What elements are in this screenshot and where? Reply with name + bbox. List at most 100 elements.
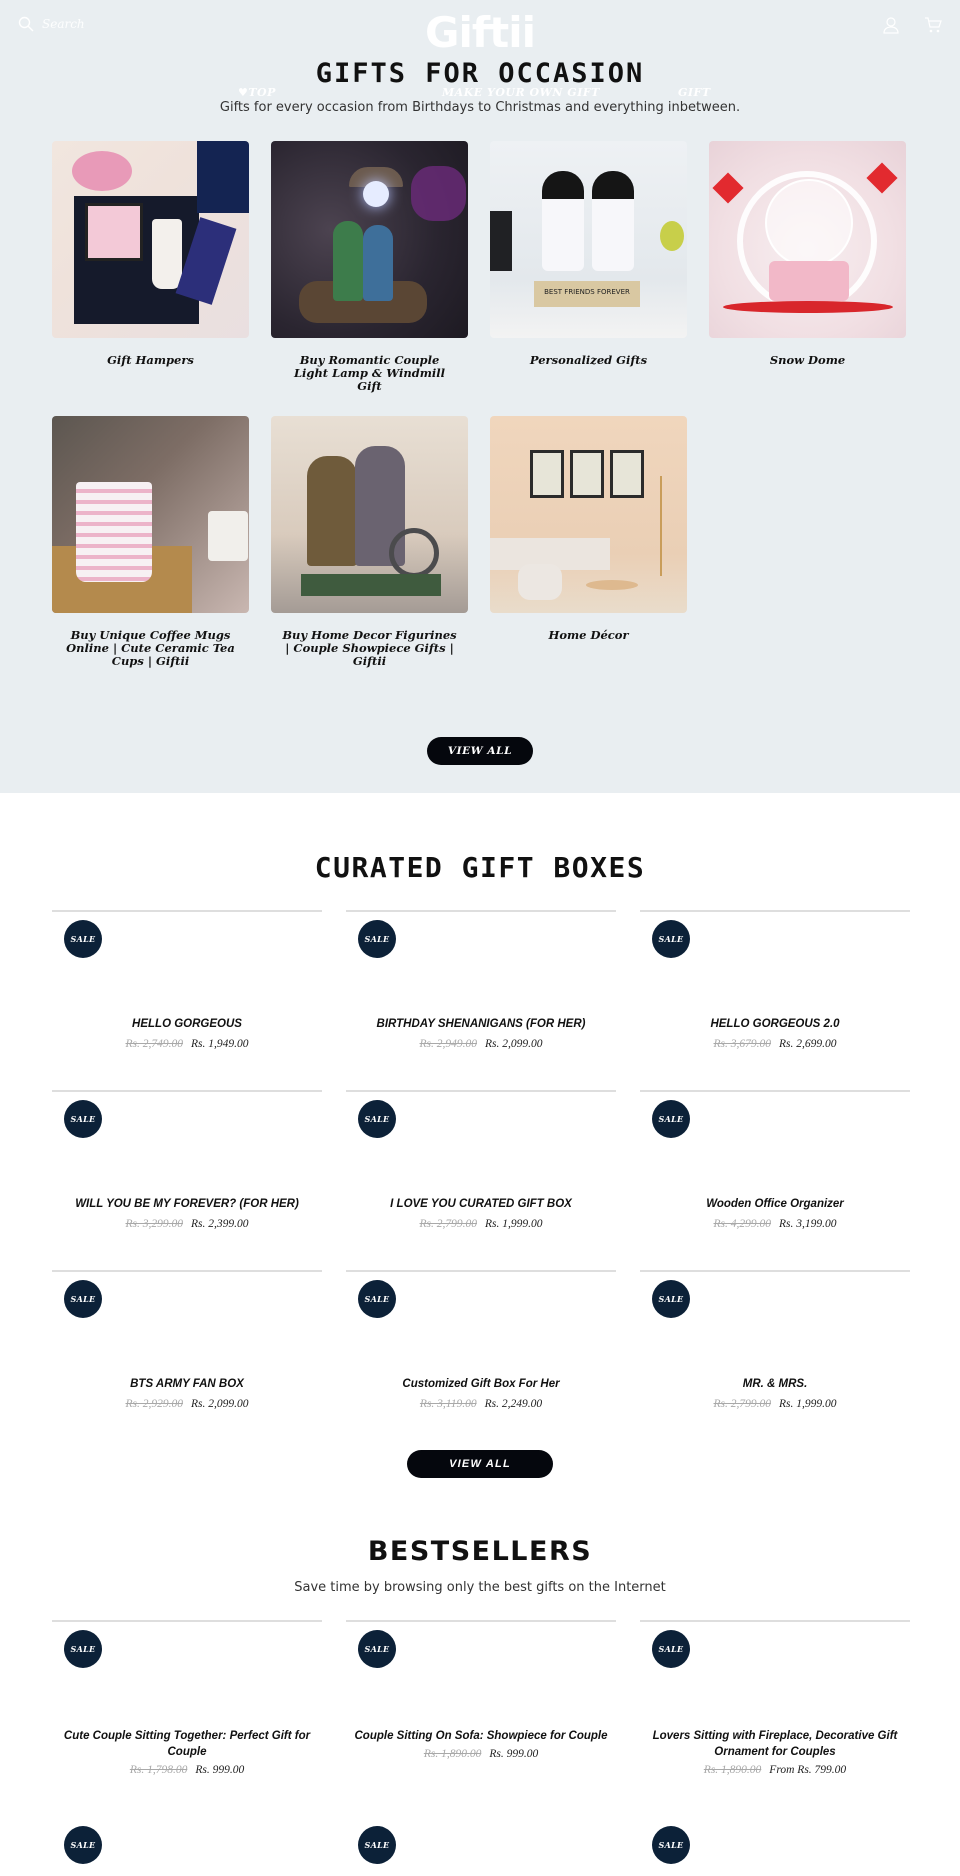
sale-price: Rs. 2,099.00 <box>485 1038 543 1050</box>
nav-link-gift[interactable]: GIFT <box>678 86 711 99</box>
product-price: Rs. 2,799.00 Rs. 1,999.00 <box>346 1218 616 1230</box>
sale-badge: SALE <box>358 1826 396 1864</box>
product-price: Rs. 1,798.00 Rs. 999.00 <box>52 1764 322 1776</box>
product-card[interactable]: SALE <box>346 1826 616 1876</box>
sale-price: Rs. 1,999.00 <box>779 1398 837 1410</box>
occasion-label: Buy Unique Coffee Mugs Online | Cute Cer… <box>66 628 235 668</box>
product-price: Rs. 4,299.00 Rs. 3,199.00 <box>640 1218 910 1230</box>
sale-badge: SALE <box>64 1826 102 1864</box>
product-name: Wooden Office Organizer <box>706 1198 844 1210</box>
product-card[interactable]: SALE Customized Gift Box For Her Rs. 3,1… <box>346 1270 616 1450</box>
product-card[interactable]: SALE Cute Couple Sitting Together: Perfe… <box>52 1620 322 1815</box>
sale-price: Rs. 2,099.00 <box>191 1398 249 1410</box>
occasion-view-all-button[interactable]: VIEW ALL <box>427 737 533 765</box>
curated-product-grid: SALE HELLO GORGEOUS Rs. 2,749.00 Rs. 1,94… <box>52 910 910 1450</box>
product-name: Lovers Sitting with Fireplace, Decorativ… <box>652 1730 898 1758</box>
product-name: BTS ARMY FAN BOX <box>130 1378 244 1390</box>
occasion-label: Buy Romantic Couple Light Lamp & Windmil… <box>293 353 446 393</box>
original-price: Rs. 2,799.00 <box>419 1218 478 1230</box>
product-price: Rs. 3,299.00 Rs. 2,399.00 <box>52 1218 322 1230</box>
occasion-card-snow-dome[interactable]: Snow Dome <box>709 141 906 416</box>
bestsellers-product-grid: SALE Cute Couple Sitting Together: Perfe… <box>52 1620 910 1815</box>
sale-badge: SALE <box>652 1826 690 1864</box>
original-price: Rs. 2,799.00 <box>713 1398 772 1410</box>
product-price: Rs. 2,799.00 Rs. 1,999.00 <box>640 1398 910 1410</box>
sale-badge: SALE <box>64 1280 102 1318</box>
occasion-label: Personalized Gifts <box>529 353 648 367</box>
sale-price: Rs. 999.00 <box>489 1748 539 1760</box>
product-price: Rs. 2,929.00 Rs. 2,099.00 <box>52 1398 322 1410</box>
product-card[interactable]: SALE <box>52 1826 322 1876</box>
nav-link-make-your-own-gift[interactable]: MAKE YOUR OWN GIFT <box>442 86 600 99</box>
original-price: Rs. 3,299.00 <box>125 1218 184 1230</box>
product-card[interactable]: SALE Lovers Sitting with Fireplace, Deco… <box>640 1620 910 1815</box>
product-name: I LOVE YOU CURATED GIFT BOX <box>390 1198 572 1210</box>
occasion-title: GIFTS FOR OCCASION <box>315 58 645 89</box>
occasion-label: Snow Dome <box>769 353 846 367</box>
occasion-image: BEST FRIENDS FOREVER <box>490 141 687 338</box>
occasion-grid: Gift Hampers Buy Romantic Couple Light L… <box>52 141 912 691</box>
sale-badge: SALE <box>64 1630 102 1668</box>
product-name: WILL YOU BE MY FOREVER? (FOR HER) <box>75 1198 299 1210</box>
product-card[interactable]: SALE HELLO GORGEOUS Rs. 2,749.00 Rs. 1,94… <box>52 910 322 1090</box>
occasion-card-personalized-gifts[interactable]: BEST FRIENDS FOREVER Personalized Gifts <box>490 141 687 416</box>
sale-badge: SALE <box>652 1280 690 1318</box>
occasion-label: Gift Hampers <box>107 353 194 367</box>
sale-badge: SALE <box>652 1630 690 1668</box>
nav-link-top[interactable]: ♥TOP <box>238 86 276 99</box>
product-name: MR. & MRS. <box>742 1378 808 1390</box>
product-price: Rs. 3,679.00 Rs. 2,699.00 <box>640 1038 910 1050</box>
sale-price: Rs. 2,399.00 <box>191 1218 249 1230</box>
occasion-image <box>271 141 468 338</box>
occasion-card-home-decor[interactable]: Home Décor <box>490 416 687 691</box>
sale-price: Rs. 2,249.00 <box>484 1398 543 1410</box>
original-price: Rs. 1,890.00 <box>423 1748 482 1760</box>
product-card[interactable]: SALE BIRTHDAY SHENANIGANS (FOR HER) Rs. … <box>346 910 616 1090</box>
product-card[interactable]: SALE I LOVE YOU CURATED GIFT BOX Rs. 2,7… <box>346 1090 616 1270</box>
product-card[interactable]: SALE Wooden Office Organizer Rs. 4,299.0… <box>640 1090 910 1270</box>
occasion-label: Home Décor <box>548 628 629 642</box>
main-nav: ♥TOP MAKE YOUR OWN GIFT GIFT <box>0 86 960 106</box>
product-name: Cute Couple Sitting Together: Perfect Gi… <box>63 1730 311 1758</box>
product-name: Couple Sitting On Sofa: Showpiece for Co… <box>354 1730 608 1742</box>
product-card[interactable]: SALE HELLO GORGEOUS 2.0 Rs. 3,679.00 Rs. … <box>640 910 910 1090</box>
occasion-card-decor-figurines[interactable]: Buy Home Decor Figurines | Couple Showpi… <box>271 416 468 691</box>
sale-price: Rs. 1,949.00 <box>191 1038 249 1050</box>
sale-badge: SALE <box>358 1100 396 1138</box>
product-card[interactable]: SALE Couple Sitting On Sofa: Showpiece f… <box>346 1620 616 1815</box>
occasion-label: Buy Home Decor Figurines | Couple Showpi… <box>282 628 457 668</box>
occasion-image <box>271 416 468 613</box>
sale-badge: SALE <box>358 920 396 958</box>
sale-price: From Rs. 799.00 <box>769 1764 847 1776</box>
product-price: Rs. 1,890.00 Rs. 999.00 <box>346 1748 616 1760</box>
original-price: Rs. 2,949.00 <box>419 1038 478 1050</box>
product-price: Rs. 2,949.00 Rs. 2,099.00 <box>346 1038 616 1050</box>
product-card[interactable]: SALE <box>640 1826 910 1876</box>
user-icon[interactable] <box>882 16 900 34</box>
product-price: Rs. 2,749.00 Rs. 1,949.00 <box>52 1038 322 1050</box>
site-logo[interactable]: Giftii <box>0 8 960 57</box>
sale-badge: SALE <box>64 920 102 958</box>
product-name: HELLO GORGEOUS <box>132 1018 242 1030</box>
product-card[interactable]: SALE BTS ARMY FAN BOX Rs. 2,929.00 Rs. 2,… <box>52 1270 322 1450</box>
product-name: HELLO GORGEOUS 2.0 <box>710 1018 840 1030</box>
occasion-image <box>52 416 249 613</box>
occasion-card-couple-lamp[interactable]: Buy Romantic Couple Light Lamp & Windmil… <box>271 141 468 416</box>
original-price: Rs. 1,798.00 <box>129 1764 188 1776</box>
sale-badge: SALE <box>652 1100 690 1138</box>
image-caption: BEST FRIENDS FOREVER <box>544 288 630 296</box>
occasion-card-gift-hampers[interactable]: Gift Hampers <box>52 141 249 416</box>
occasion-card-coffee-mugs[interactable]: Buy Unique Coffee Mugs Online | Cute Cer… <box>52 416 249 691</box>
sale-badge: SALE <box>358 1280 396 1318</box>
cart-icon[interactable] <box>924 16 942 34</box>
bestsellers-subtitle: Save time by browsing only the best gift… <box>294 1580 666 1595</box>
header-icons <box>882 16 942 34</box>
curated-view-all-button[interactable]: VIEW ALL <box>407 1450 553 1478</box>
product-card[interactable]: SALE WILL YOU BE MY FOREVER? (FOR HER) R… <box>52 1090 322 1270</box>
occasion-image <box>709 141 906 338</box>
bestsellers-next-row: SALE SALE SALE <box>52 1826 910 1876</box>
product-price: Rs. 1,890.00 From Rs. 799.00 <box>640 1764 910 1776</box>
product-card[interactable]: SALE MR. & MRS. Rs. 2,799.00 Rs. 1,999.00 <box>640 1270 910 1450</box>
sale-price: Rs. 1,999.00 <box>485 1218 543 1230</box>
product-name: BIRTHDAY SHENANIGANS (FOR HER) <box>376 1018 586 1030</box>
